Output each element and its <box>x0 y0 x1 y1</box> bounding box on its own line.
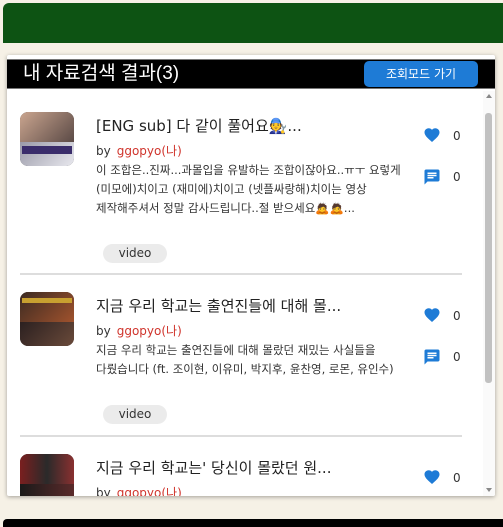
author-link[interactable]: ggopyo(나) <box>117 144 182 158</box>
byline: by ggopyo(나) <box>96 142 182 159</box>
top-app-bar <box>3 3 503 43</box>
result-title[interactable]: 지금 우리 학교는 출연진들에 대해 몰... <box>96 295 396 316</box>
search-results-panel: 내 자료검색 결과(3) 조회모드 가기 [ENG sub] 다 같이 풀어요🧑… <box>7 55 495 496</box>
comment-icon[interactable] <box>423 168 441 186</box>
type-tag: video <box>103 405 167 424</box>
results-header: 내 자료검색 결과(3) 조회모드 가기 <box>7 59 495 89</box>
comment-icon[interactable] <box>423 348 441 366</box>
by-label: by <box>96 144 111 158</box>
vertical-scrollbar[interactable] <box>483 91 495 496</box>
video-thumbnail[interactable] <box>20 454 74 496</box>
heart-icon[interactable] <box>423 468 441 486</box>
author-link[interactable]: ggopyo(나) <box>117 486 182 496</box>
byline: by ggopyo(나) <box>96 484 182 496</box>
scroll-up-arrow-icon[interactable] <box>486 94 492 98</box>
like-count: 0 <box>453 129 461 143</box>
heart-icon[interactable] <box>423 306 441 324</box>
view-mode-button[interactable]: 조회모드 가기 <box>364 61 478 87</box>
bottom-bar <box>3 519 503 527</box>
like-count: 0 <box>453 309 461 323</box>
divider <box>20 435 462 437</box>
by-label: by <box>96 486 111 496</box>
result-description: 이 조합은..진짜...과몰입을 유발하는 조합이잖아요..ㅠㅜ 요렇게 (미모… <box>96 163 401 215</box>
scrollbar-thumb[interactable] <box>485 113 492 383</box>
heart-icon[interactable] <box>423 126 441 144</box>
results-list[interactable]: [ENG sub] 다 같이 풀어요🧑‍🔧... by ggopyo(나) 이 조… <box>7 91 483 496</box>
video-thumbnail[interactable] <box>20 112 74 166</box>
result-title[interactable]: 지금 우리 학교는' 당신이 몰랐던 원... <box>96 457 396 478</box>
author-link[interactable]: ggopyo(나) <box>117 324 182 338</box>
page-title: 내 자료검색 결과(3) <box>23 63 180 84</box>
by-label: by <box>96 324 111 338</box>
video-thumbnail[interactable] <box>20 292 74 346</box>
divider <box>20 273 462 275</box>
scroll-down-arrow-icon[interactable] <box>486 488 492 492</box>
comment-count: 0 <box>453 350 461 364</box>
result-description: 지금 우리 학교는 출연진들에 대해 몰랐던 재밌는 사실들을 다뤘습니다 (f… <box>96 343 394 376</box>
byline: by ggopyo(나) <box>96 322 182 339</box>
type-tag: video <box>103 244 167 263</box>
comment-count: 0 <box>453 170 461 184</box>
like-count: 0 <box>453 471 461 485</box>
result-title[interactable]: [ENG sub] 다 같이 풀어요🧑‍🔧... <box>96 115 396 136</box>
